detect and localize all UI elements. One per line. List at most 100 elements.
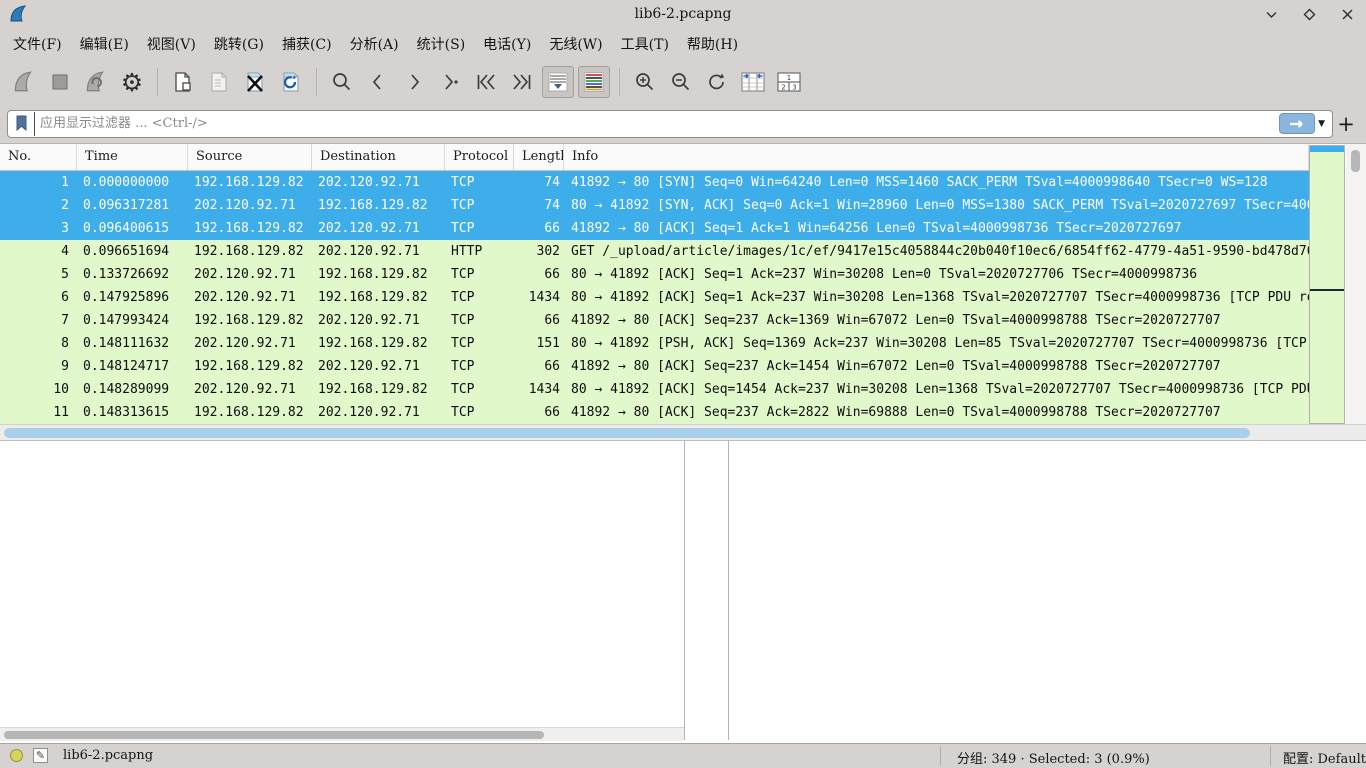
- packet-row[interactable]: 20.096317281202.120.92.71192.168.129.82T…: [0, 194, 1309, 217]
- pane-divider[interactable]: [684, 441, 685, 740]
- display-filter-field[interactable]: ▼: [7, 110, 1333, 138]
- packet-cell: TCP: [445, 401, 514, 424]
- packet-cell: 66: [514, 309, 564, 332]
- packet-cell: 66: [514, 217, 564, 240]
- packet-list-hscrollbar[interactable]: [0, 424, 1366, 440]
- packet-cell: 0.096400615: [77, 217, 188, 240]
- packet-cell: 66: [514, 401, 564, 424]
- column-header-info[interactable]: Info: [564, 144, 1309, 170]
- auto-scroll-icon[interactable]: [542, 66, 574, 98]
- bookmark-icon[interactable]: [8, 111, 34, 137]
- minimize-icon[interactable]: [1264, 7, 1278, 21]
- packet-row[interactable]: 80.148111632202.120.92.71192.168.129.82T…: [0, 332, 1309, 355]
- go-next-packet-icon[interactable]: [398, 66, 430, 98]
- packet-cell: 192.168.129.82: [188, 355, 312, 378]
- packet-cell: TCP: [445, 355, 514, 378]
- save-file-icon[interactable]: [203, 66, 235, 98]
- menu-item[interactable]: 电话(Y): [474, 29, 540, 59]
- zoom-in-icon[interactable]: [629, 66, 661, 98]
- apply-filter-button[interactable]: [1279, 113, 1315, 134]
- packet-cell: GET /_upload/article/images/1c/ef/9417e1…: [564, 240, 1309, 263]
- packet-row[interactable]: 40.096651694192.168.129.82202.120.92.71H…: [0, 240, 1309, 263]
- capture-comment-icon[interactable]: ✎: [33, 748, 48, 763]
- menu-item[interactable]: 跳转(G): [205, 29, 273, 59]
- find-packet-icon[interactable]: [326, 66, 358, 98]
- packet-cell: 202.120.92.71: [312, 240, 445, 263]
- packet-cell: 0.148111632: [77, 332, 188, 355]
- resize-columns-icon[interactable]: [737, 66, 769, 98]
- stop-capture-icon[interactable]: [44, 66, 76, 98]
- go-last-packet-icon[interactable]: [506, 66, 538, 98]
- pane-divider[interactable]: [728, 441, 729, 740]
- toolbar-separator: [316, 68, 317, 96]
- colorize-packets-icon[interactable]: [578, 66, 610, 98]
- intelligent-scrollbar-minimap[interactable]: [1309, 145, 1345, 424]
- status-profile[interactable]: 配置: Default: [1283, 748, 1366, 767]
- open-file-icon[interactable]: [167, 66, 199, 98]
- close-file-icon[interactable]: [239, 66, 271, 98]
- detail-pane-hscrollbar[interactable]: [0, 727, 684, 741]
- packet-row[interactable]: 10.000000000192.168.129.82202.120.92.71T…: [0, 171, 1309, 194]
- column-header-source[interactable]: Source: [188, 144, 312, 170]
- zoom-out-icon[interactable]: [665, 66, 697, 98]
- menu-item[interactable]: 无线(W): [540, 29, 611, 59]
- display-filter-input[interactable]: [35, 115, 1279, 132]
- packet-row[interactable]: 110.148313615192.168.129.82202.120.92.71…: [0, 401, 1309, 424]
- column-header-no[interactable]: No.: [0, 144, 77, 170]
- hscrollbar-thumb[interactable]: [4, 428, 1250, 438]
- menu-item[interactable]: 统计(S): [408, 29, 475, 59]
- packet-list-body: 10.000000000192.168.129.82202.120.92.71T…: [0, 171, 1309, 424]
- menu-item[interactable]: 视图(V): [138, 29, 205, 59]
- close-icon[interactable]: [1340, 7, 1354, 21]
- go-to-packet-icon[interactable]: [434, 66, 466, 98]
- menu-item[interactable]: 分析(A): [341, 29, 408, 59]
- packet-row[interactable]: 30.096400615192.168.129.82202.120.92.71T…: [0, 217, 1309, 240]
- packet-list-area: No.TimeSourceDestinationProtocolLengthIn…: [0, 144, 1366, 440]
- packet-row[interactable]: 60.147925896202.120.92.71192.168.129.82T…: [0, 286, 1309, 309]
- packet-row[interactable]: 90.148124717192.168.129.82202.120.92.71T…: [0, 355, 1309, 378]
- column-header-time[interactable]: Time: [77, 144, 188, 170]
- menu-item[interactable]: 捕获(C): [273, 29, 341, 59]
- packet-cell: 80 → 41892 [ACK] Seq=1 Ack=237 Win=30208…: [564, 263, 1309, 286]
- packet-cell: 202.120.92.71: [188, 194, 312, 217]
- packet-cell: 151: [514, 332, 564, 355]
- packet-cell: 0.147925896: [77, 286, 188, 309]
- maximize-icon[interactable]: [1302, 7, 1316, 21]
- packet-row[interactable]: 70.147993424192.168.129.82202.120.92.71T…: [0, 309, 1309, 332]
- start-capture-icon[interactable]: [8, 66, 40, 98]
- column-header-protocol[interactable]: Protocol: [445, 144, 514, 170]
- packet-cell: TCP: [445, 263, 514, 286]
- add-filter-button[interactable]: +: [1333, 112, 1359, 136]
- menu-item[interactable]: 帮助(H): [678, 29, 747, 59]
- menu-item[interactable]: 文件(F): [4, 29, 71, 59]
- packet-cell: 1: [0, 171, 77, 194]
- vscrollbar-thumb[interactable]: [1351, 150, 1360, 172]
- packet-cell: 0.000000000: [77, 171, 188, 194]
- reload-file-icon[interactable]: [275, 66, 307, 98]
- column-header-length[interactable]: Length: [514, 144, 564, 170]
- caret-down-icon[interactable]: ▼: [1318, 119, 1325, 129]
- zoom-reset-icon[interactable]: [701, 66, 733, 98]
- packet-cell: 0.133726692: [77, 263, 188, 286]
- detail-hscrollbar-thumb[interactable]: [4, 731, 544, 739]
- packet-cell: 80 → 41892 [PSH, ACK] Seq=1369 Ack=237 W…: [564, 332, 1309, 355]
- restart-capture-icon[interactable]: [80, 66, 112, 98]
- packet-list-vscrollbar[interactable]: [1346, 144, 1366, 424]
- go-previous-packet-icon[interactable]: [362, 66, 394, 98]
- status-separator: [940, 746, 941, 766]
- column-header-destination[interactable]: Destination: [312, 144, 445, 170]
- capture-options-icon[interactable]: ⚙: [116, 66, 148, 98]
- packet-cell: 74: [514, 171, 564, 194]
- packet-cell: 0.148313615: [77, 401, 188, 424]
- packet-row[interactable]: 100.148289099202.120.92.71192.168.129.82…: [0, 378, 1309, 401]
- go-first-packet-icon[interactable]: [470, 66, 502, 98]
- packet-row[interactable]: 50.133726692202.120.92.71192.168.129.82T…: [0, 263, 1309, 286]
- expert-info-icon[interactable]: [10, 749, 23, 762]
- packet-cell: 80 → 41892 [ACK] Seq=1 Ack=237 Win=30208…: [564, 286, 1309, 309]
- layout-123-icon[interactable]: 123: [773, 66, 805, 98]
- packet-cell: 192.168.129.82: [188, 171, 312, 194]
- menu-item[interactable]: 工具(T): [612, 29, 678, 59]
- packet-cell: 0.148124717: [77, 355, 188, 378]
- gear-icon: ⚙: [121, 70, 143, 95]
- menu-item[interactable]: 编辑(E): [71, 29, 138, 59]
